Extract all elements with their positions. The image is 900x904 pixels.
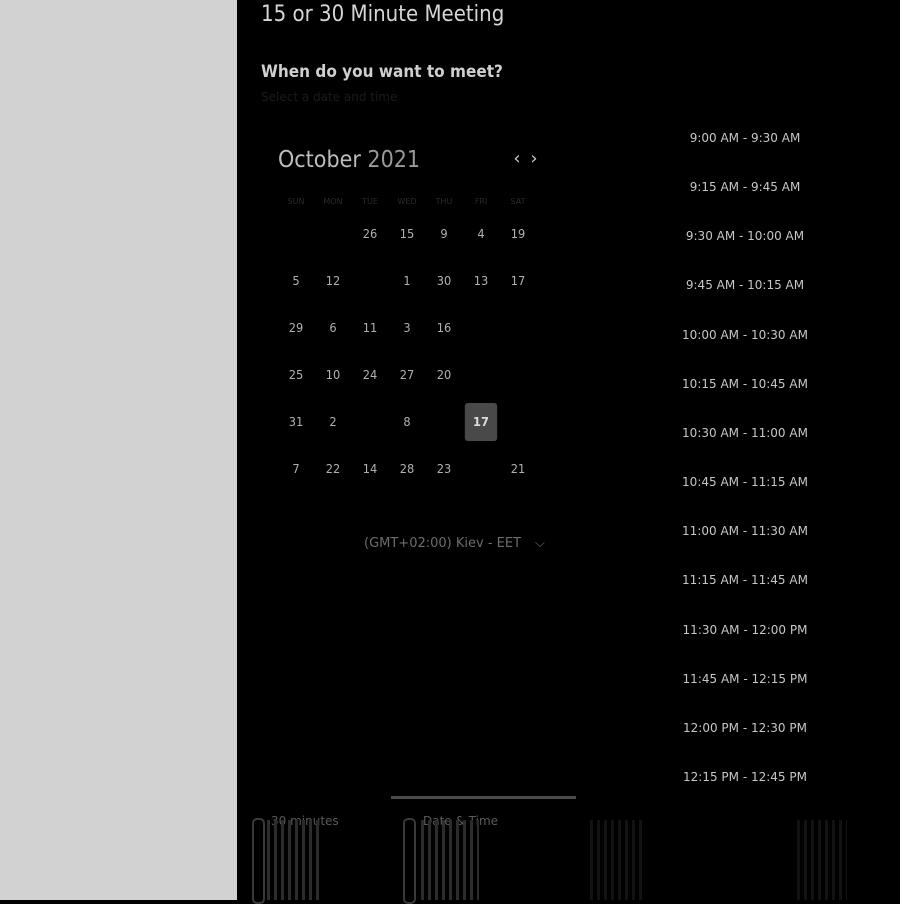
time-slot-button[interactable]: 11:30 AM - 12:00 PM	[675, 623, 815, 637]
calendar-day[interactable]: 4	[465, 215, 497, 253]
year-label: 2021	[367, 147, 421, 173]
time-slot-button[interactable]: 12:15 PM - 12:45 PM	[675, 770, 815, 784]
section-heading: When do you want to meet?	[261, 62, 503, 82]
calendar-day[interactable]: 22	[317, 450, 349, 488]
calendar-day[interactable]: 15	[391, 215, 423, 253]
weekday-label: SUN	[287, 197, 305, 206]
time-slot-button[interactable]: 11:00 AM - 11:30 AM	[675, 524, 815, 538]
calendar-day[interactable]: 29	[280, 309, 312, 347]
page-title: 15 or 30 Minute Meeting	[261, 2, 505, 27]
calendar-day[interactable]: 17	[464, 403, 498, 441]
calendar-day[interactable]: 9	[428, 215, 460, 253]
time-slot-button[interactable]: 9:30 AM - 10:00 AM	[675, 229, 815, 243]
left-panel	[0, 0, 237, 900]
weekday-label: FRI	[474, 197, 488, 206]
time-slot-button[interactable]: 11:45 AM - 12:15 PM	[675, 672, 815, 686]
prev-month-button[interactable]: ‹	[509, 148, 525, 169]
next-month-button[interactable]: ›	[526, 148, 542, 169]
section-hint: Select a date and time	[261, 90, 398, 104]
time-slot-button[interactable]: 9:00 AM - 9:30 AM	[675, 131, 815, 145]
weekday-label: MON	[323, 197, 343, 206]
calendar-day[interactable]: 28	[391, 450, 423, 488]
calendar-day[interactable]: 21	[502, 450, 534, 488]
weekday-label: WED	[397, 197, 417, 206]
calendar-day[interactable]: 2	[317, 403, 349, 441]
weekday-label: TUE	[362, 197, 378, 206]
calendar-day[interactable]: 6	[317, 309, 349, 347]
calendar-day[interactable]: 7	[280, 450, 312, 488]
time-slot-button[interactable]: 11:15 AM - 11:45 AM	[675, 573, 815, 587]
calendar-day[interactable]: 19	[502, 215, 534, 253]
calendar-day[interactable]: 20	[428, 356, 460, 394]
weekday-label: SAT	[510, 197, 526, 206]
calendar-day[interactable]: 31	[280, 403, 312, 441]
calendar-day[interactable]: 1	[391, 262, 423, 300]
calendar-day[interactable]: 30	[428, 262, 460, 300]
calendar-day[interactable]: 12	[317, 262, 349, 300]
active-tab-indicator	[391, 796, 576, 799]
time-slot-button[interactable]: 9:15 AM - 9:45 AM	[675, 180, 815, 194]
chevron-left-icon: ‹	[513, 148, 521, 169]
chevron-right-icon: ›	[530, 148, 538, 169]
calendar-day[interactable]: 16	[428, 309, 460, 347]
calendar-day[interactable]: 17	[502, 262, 534, 300]
calendar-day[interactable]: 8	[391, 403, 423, 441]
calendar-month-label: October 2021	[278, 147, 420, 173]
calendar-icon	[403, 818, 416, 904]
calendar-day[interactable]: 23	[428, 450, 460, 488]
time-slot-button[interactable]: 10:30 AM - 11:00 AM	[675, 426, 815, 440]
weekday-label: THU	[435, 197, 453, 206]
chevron-down-icon: ⌵	[535, 536, 545, 551]
calendar-day[interactable]: 11	[354, 309, 386, 347]
time-slot-button[interactable]: 9:45 AM - 10:15 AM	[675, 278, 815, 292]
calendar-day[interactable]: 10	[317, 356, 349, 394]
tab-placeholder	[590, 820, 642, 900]
calendar-day[interactable]: 13	[465, 262, 497, 300]
calendar-day[interactable]: 26	[354, 215, 386, 253]
calendar-day[interactable]: 24	[354, 356, 386, 394]
date-time-detail	[421, 820, 479, 900]
calendar-day[interactable]: 14	[354, 450, 386, 488]
time-slot-button[interactable]: 12:00 PM - 12:30 PM	[675, 721, 815, 735]
tab-placeholder	[797, 820, 847, 900]
calendar-day[interactable]: 27	[391, 356, 423, 394]
time-slot-button[interactable]: 10:15 AM - 10:45 AM	[675, 377, 815, 391]
calendar-day[interactable]: 25	[280, 356, 312, 394]
calendar-day[interactable]: 3	[391, 309, 423, 347]
duration-detail	[267, 820, 323, 900]
time-slot-button[interactable]: 10:00 AM - 10:30 AM	[675, 328, 815, 342]
month-name: October	[278, 147, 361, 173]
calendar-day[interactable]: 5	[280, 262, 312, 300]
scheduler-panel: 15 or 30 Minute Meeting When do you want…	[237, 0, 900, 904]
timezone-select[interactable]: (GMT+02:00) Kiev - EET	[364, 536, 521, 551]
time-slot-button[interactable]: 10:45 AM - 11:15 AM	[675, 475, 815, 489]
clock-icon	[252, 818, 265, 904]
